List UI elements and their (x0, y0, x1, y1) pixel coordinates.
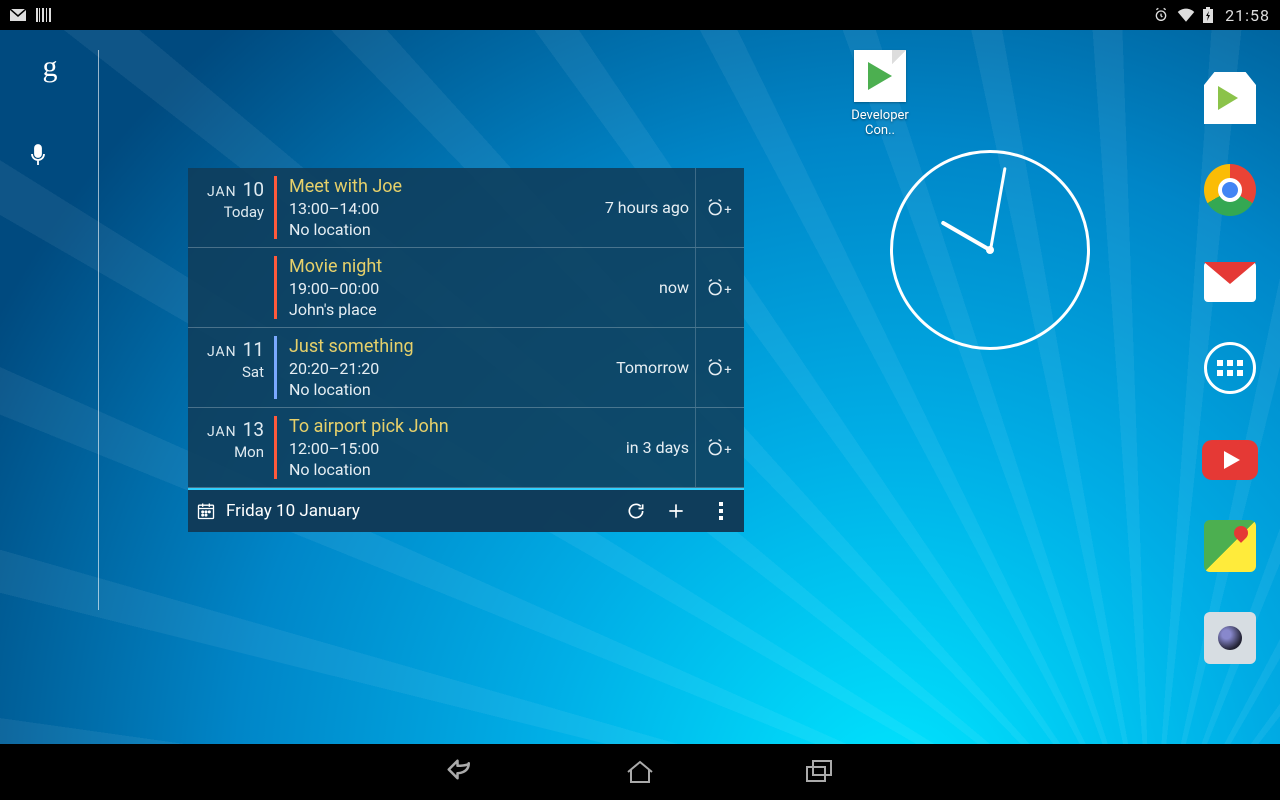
event-location: No location (289, 460, 554, 479)
play-store-icon[interactable] (1204, 72, 1256, 124)
recent-apps-button[interactable] (800, 752, 840, 792)
event-time: 20:20–21:20 (289, 359, 554, 378)
event-title: Just something (289, 336, 554, 357)
status-clock: 21:58 (1225, 6, 1270, 25)
calendar-date-label[interactable]: Friday 10 January (226, 501, 626, 521)
barcode-icon (36, 8, 52, 22)
chrome-icon[interactable] (1204, 164, 1256, 216)
event-location: No location (289, 380, 554, 399)
google-search-icon[interactable]: g (30, 50, 70, 84)
battery-charging-icon (1203, 7, 1213, 23)
event-relative-time: Tomorrow (566, 328, 696, 407)
calendar-event-row[interactable]: JAN11 Sat Just something 20:20–21:20 No … (188, 328, 744, 408)
calendar-event-row[interactable]: JAN10 Today Meet with Joe 13:00–14:00 No… (188, 168, 744, 248)
camera-icon[interactable] (1204, 612, 1256, 664)
calendar-widget[interactable]: JAN10 Today Meet with Joe 13:00–14:00 No… (188, 168, 744, 532)
developer-console-icon (854, 50, 906, 102)
event-location: John's place (289, 300, 554, 319)
event-location: No location (289, 220, 554, 239)
app-dock (1200, 72, 1260, 664)
event-title: To airport pick John (289, 416, 554, 437)
analog-clock-widget[interactable] (890, 150, 1090, 350)
gmail-icon[interactable] (1204, 262, 1256, 302)
app-shortcut-developer-console[interactable]: Developer Con.. (840, 50, 920, 138)
event-time: 12:00–15:00 (289, 439, 554, 458)
home-button[interactable] (620, 752, 660, 792)
maps-icon[interactable] (1204, 520, 1256, 572)
add-alarm-button[interactable]: + (696, 168, 744, 247)
event-time: 13:00–14:00 (289, 199, 554, 218)
event-title: Movie night (289, 256, 554, 277)
event-time: 19:00–00:00 (289, 279, 554, 298)
clock-hour-hand (941, 220, 991, 251)
add-alarm-button[interactable]: + (696, 248, 744, 327)
status-bar: 21:58 (0, 0, 1280, 30)
alarm-icon (1153, 7, 1169, 23)
event-date: JAN11 Sat (188, 328, 274, 407)
clock-minute-hand (989, 167, 1007, 250)
youtube-icon[interactable] (1202, 440, 1258, 480)
event-date: JAN10 Today (188, 168, 274, 247)
divider-line (98, 50, 99, 610)
voice-search-icon[interactable] (30, 144, 70, 166)
calendar-footer: Friday 10 January (188, 488, 744, 532)
add-alarm-button[interactable]: + (696, 408, 744, 487)
all-apps-icon[interactable] (1204, 342, 1256, 394)
add-alarm-button[interactable]: + (696, 328, 744, 407)
shortcut-label: Developer Con.. (840, 108, 920, 138)
navigation-bar (0, 744, 1280, 800)
wifi-icon (1177, 8, 1195, 22)
calendar-event-row[interactable]: JAN13 Mon To airport pick John 12:00–15:… (188, 408, 744, 488)
calendar-event-row[interactable]: Movie night 19:00–00:00 John's place now… (188, 248, 744, 328)
event-relative-time: in 3 days (566, 408, 696, 487)
event-date (188, 248, 274, 327)
event-date: JAN13 Mon (188, 408, 274, 487)
event-relative-time: now (566, 248, 696, 327)
gmail-notif-icon (10, 9, 26, 21)
event-title: Meet with Joe (289, 176, 554, 197)
add-event-button[interactable] (666, 501, 706, 521)
back-button[interactable] (440, 752, 480, 792)
event-relative-time: 7 hours ago (566, 168, 696, 247)
clock-center-dot (986, 246, 994, 254)
overflow-menu-button[interactable] (706, 502, 736, 520)
calendar-icon[interactable] (196, 501, 216, 521)
refresh-button[interactable] (626, 501, 666, 521)
